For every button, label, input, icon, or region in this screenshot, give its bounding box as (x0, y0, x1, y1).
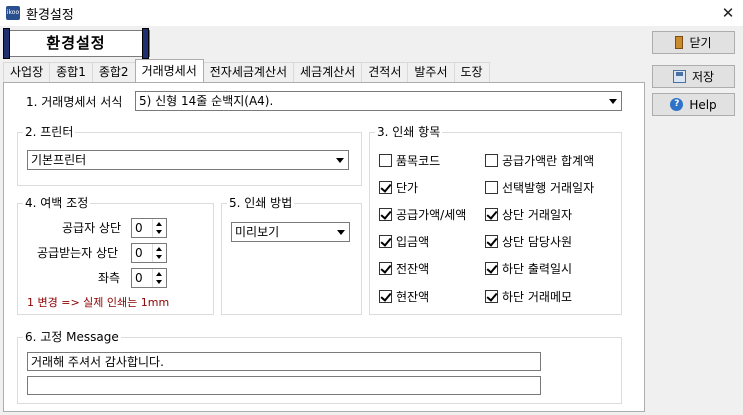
margin-left-value: 0 (135, 271, 143, 285)
checkbox-top-staff-label: 상단 담당사원 (502, 235, 573, 249)
help-button[interactable]: ? Help (652, 93, 735, 116)
chevron-down-icon (609, 99, 617, 104)
help-button-label: Help (689, 97, 717, 112)
fixed-message-line1-input[interactable]: 거래해 주셔서 감사합니다. (27, 352, 541, 371)
tab-stamp[interactable]: 도장 (453, 62, 490, 82)
margin-supplier-top-stepper[interactable]: 0 (131, 218, 167, 238)
checkbox-item-code[interactable] (379, 154, 392, 167)
checkbox-top-date-label: 상단 거래일자 (502, 208, 573, 222)
checkbox-top-date[interactable] (485, 208, 498, 221)
chevron-down-icon (336, 158, 344, 163)
checkbox-supply-tax[interactable] (379, 208, 392, 221)
checkbox-selected-date[interactable] (485, 181, 498, 194)
close-button-label: 닫기 (689, 36, 712, 50)
tab-purchase-order[interactable]: 발주서 (407, 62, 455, 82)
tab-transaction-statement[interactable]: 거래명세서 (134, 59, 204, 82)
print-method-group-title: 5. 인쇄 방법 (227, 196, 295, 210)
tab-business[interactable]: 사업장 (3, 62, 51, 82)
checkbox-deposit-label: 입금액 (396, 235, 430, 249)
fixed-message-line2-input[interactable] (27, 376, 541, 395)
chevron-down-icon[interactable] (156, 280, 162, 284)
format-label: 1. 거래명세서 서식 (26, 95, 123, 109)
margin-supplier-top-label: 공급자 상단 (62, 221, 122, 235)
spin-buttons[interactable] (152, 219, 166, 237)
chevron-up-icon[interactable] (156, 222, 162, 226)
print-method-select[interactable]: 미리보기 (231, 222, 350, 242)
printer-select[interactable]: 기본프린터 (27, 150, 349, 170)
title-bar (0, 0, 743, 26)
checkbox-deposit[interactable] (379, 235, 392, 248)
print-method-select-value: 미리보기 (235, 225, 280, 239)
save-button-label: 저장 (691, 70, 715, 84)
margin-receiver-top-label: 공급받는자 상단 (37, 246, 119, 260)
margin-left-stepper[interactable]: 0 (131, 268, 167, 288)
printer-select-value: 기본프린터 (31, 153, 87, 167)
checkbox-unit-price-label: 단가 (396, 181, 419, 195)
checkbox-supply-total[interactable] (485, 154, 498, 167)
checkbox-previous-balance[interactable] (379, 262, 392, 275)
window-close-button[interactable]: ✕ (716, 2, 740, 24)
format-select[interactable]: 5) 신형 14줄 순백지(A4). (135, 91, 622, 111)
checkbox-current-balance[interactable] (379, 290, 392, 303)
close-button[interactable]: 닫기 (652, 31, 735, 54)
fixed-message-group-title: 6. 고정 Message (23, 330, 121, 344)
save-button[interactable]: 저장 (652, 65, 735, 88)
door-icon (675, 36, 684, 49)
checkbox-supply-total-label: 공급가액란 합계액 (502, 154, 595, 168)
banner-title: 환경설정 (46, 34, 106, 52)
app-icon: ikoo (6, 6, 20, 20)
window-title: 환경설정 (26, 8, 74, 23)
chevron-down-icon[interactable] (156, 230, 162, 234)
format-select-value: 5) 신형 14줄 순백지(A4). (139, 94, 274, 108)
banner-right-bar (142, 28, 149, 59)
print-method-group: 5. 인쇄 방법 (221, 196, 362, 315)
margin-group-title: 4. 여백 조정 (23, 196, 91, 210)
tab-tax-invoice[interactable]: 세금계산서 (293, 62, 363, 82)
tab-general2[interactable]: 종합2 (91, 62, 136, 82)
checkbox-supply-tax-label: 공급가액/세액 (396, 208, 467, 222)
tab-estimate[interactable]: 견적서 (361, 62, 409, 82)
tab-strip: 사업장 종합1 종합2 거래명세서 전자세금계산서 세금계산서 견적서 발주서 … (3, 59, 490, 82)
checkbox-bottom-print-time[interactable] (485, 262, 498, 275)
checkbox-top-staff[interactable] (485, 235, 498, 248)
fixed-message-line1-value: 거래해 주셔서 감사합니다. (31, 355, 164, 369)
chevron-down-icon (337, 230, 345, 235)
chevron-up-icon[interactable] (156, 272, 162, 276)
printer-group-title: 2. 프린터 (23, 125, 76, 139)
checkbox-unit-price[interactable] (379, 181, 392, 194)
checkbox-bottom-print-time-label: 하단 출력일시 (502, 262, 573, 276)
margin-note: 1 변경 => 실제 인쇄는 1mm (27, 296, 170, 309)
checkbox-previous-balance-label: 전잔액 (396, 262, 430, 276)
checkbox-bottom-memo[interactable] (485, 290, 498, 303)
tab-general1[interactable]: 종합1 (49, 62, 93, 82)
checkbox-item-code-label: 품목코드 (396, 154, 441, 168)
spin-buttons[interactable] (152, 244, 166, 262)
checkbox-current-balance-label: 현잔액 (396, 290, 430, 304)
tab-e-tax-invoice[interactable]: 전자세금계산서 (202, 62, 295, 82)
print-items-group-title: 3. 인쇄 항목 (375, 125, 443, 139)
chevron-up-icon[interactable] (156, 247, 162, 251)
save-icon (672, 70, 686, 83)
margin-receiver-top-stepper[interactable]: 0 (131, 243, 167, 263)
help-icon: ? (670, 98, 684, 111)
spin-buttons[interactable] (152, 269, 166, 287)
checkbox-bottom-memo-label: 하단 거래메모 (502, 290, 573, 304)
margin-supplier-top-value: 0 (135, 221, 143, 235)
margin-receiver-top-value: 0 (135, 246, 143, 260)
margin-left-label: 좌측 (98, 271, 121, 285)
chevron-down-icon[interactable] (156, 255, 162, 259)
banner-left-bar (3, 28, 10, 59)
checkbox-selected-date-label: 선택발행 거래일자 (502, 181, 595, 195)
